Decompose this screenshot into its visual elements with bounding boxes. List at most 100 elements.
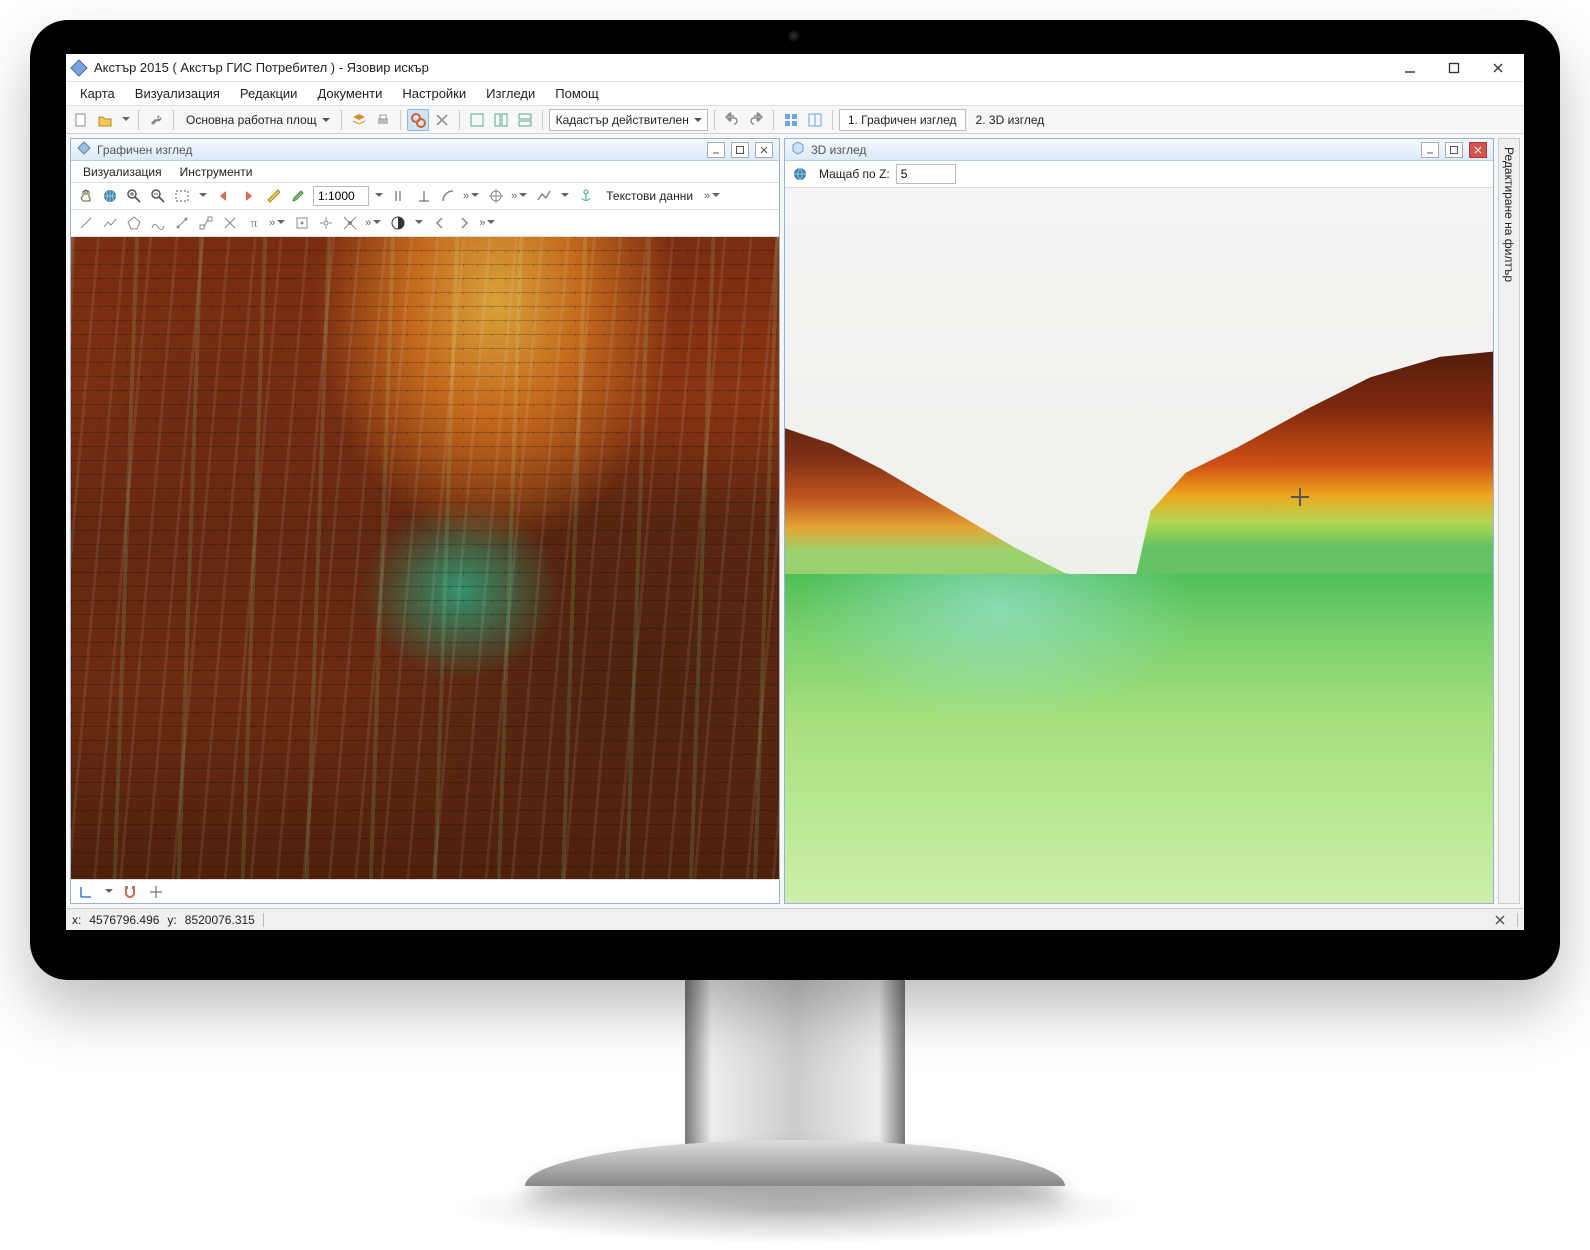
new-file-icon[interactable]: [70, 109, 92, 131]
window-layout-1-icon[interactable]: [466, 109, 488, 131]
scissors-icon[interactable]: [431, 109, 453, 131]
monitor-stand-base: [525, 1140, 1065, 1186]
snap-inter-icon[interactable]: [339, 212, 361, 234]
chevron-down-icon[interactable]: [371, 190, 385, 202]
overflow-icon[interactable]: [477, 217, 497, 229]
measure-icon[interactable]: [263, 185, 285, 207]
view-tab-3d[interactable]: 2. 3D изглед: [968, 109, 1053, 131]
panel-3d-toolbar: Мащаб по Z:: [785, 161, 1493, 188]
brush-icon[interactable]: [287, 185, 309, 207]
grid-icon[interactable]: [780, 109, 802, 131]
menu-map[interactable]: Карта: [70, 82, 125, 105]
split-icon[interactable]: [219, 212, 241, 234]
menu-edits[interactable]: Редакции: [230, 82, 308, 105]
magnet-snap-icon[interactable]: [119, 881, 141, 903]
panel-close-button[interactable]: [755, 142, 773, 158]
window-titlebar: Акстър 2015 ( Акстър ГИС Потребител ) - …: [66, 54, 1524, 82]
target-icon[interactable]: [485, 185, 507, 207]
layer-dropdown[interactable]: Кадастър действителен: [549, 109, 708, 131]
anchor-icon[interactable]: [575, 185, 597, 207]
chevron-down-icon[interactable]: [411, 217, 425, 229]
panel-maximize-button[interactable]: [731, 142, 749, 158]
tile-icon[interactable]: [804, 109, 826, 131]
menu-visualization[interactable]: Визуализация: [125, 82, 230, 105]
panel-maximize-button[interactable]: [1445, 142, 1463, 158]
arc-icon[interactable]: [437, 185, 459, 207]
status-x-label: x:: [72, 913, 81, 927]
status-clear-button[interactable]: [1491, 911, 1509, 929]
select-rect-icon[interactable]: [171, 185, 193, 207]
panel-graphic-toolbar-1: Текстови данни: [71, 183, 779, 210]
panel-3d-title: 3D изглед: [811, 143, 866, 157]
open-folder-icon[interactable]: [94, 109, 116, 131]
text-data-button[interactable]: Текстови данни: [599, 185, 700, 207]
vertex-icon[interactable]: [171, 212, 193, 234]
pan-right-icon[interactable]: [453, 212, 475, 234]
menu-documents[interactable]: Документи: [307, 82, 392, 105]
hand-pan-icon[interactable]: [75, 185, 97, 207]
snap-node-icon[interactable]: [315, 212, 337, 234]
contrast-icon[interactable]: [387, 212, 409, 234]
window-layout-2-icon[interactable]: [490, 109, 512, 131]
window-close-button[interactable]: [1476, 55, 1520, 81]
axis-toggle-icon[interactable]: [75, 881, 97, 903]
panel-graphic-icon: [77, 141, 91, 158]
wrench-icon[interactable]: [145, 109, 167, 131]
app-icon: [70, 59, 88, 77]
redo-icon[interactable]: [745, 109, 767, 131]
window-minimize-button[interactable]: [1388, 55, 1432, 81]
curve-icon[interactable]: [147, 212, 169, 234]
monitor-bezel: Акстър 2015 ( Акстър ГИС Потребител ) - …: [30, 20, 1560, 980]
z-scale-input[interactable]: [896, 164, 956, 184]
viewport-3d[interactable]: [785, 188, 1493, 903]
globe-icon[interactable]: [99, 185, 121, 207]
scale-input[interactable]: [313, 186, 369, 206]
app-window: Акстър 2015 ( Акстър ГИС Потребител ) - …: [66, 54, 1524, 930]
window-layout-3-icon[interactable]: [514, 109, 536, 131]
overflow-icon[interactable]: [509, 190, 529, 202]
workspace-dropdown[interactable]: Основна работна площ: [180, 109, 335, 131]
panel-minimize-button[interactable]: [1421, 142, 1439, 158]
chevron-down-icon[interactable]: [101, 886, 115, 898]
arrow-next-icon[interactable]: [237, 185, 259, 207]
overflow-icon[interactable]: [363, 217, 383, 229]
identify-icon[interactable]: [407, 109, 429, 131]
panel-minimize-button[interactable]: [707, 142, 725, 158]
workspace-dropdown-label: Основна работна площ: [186, 113, 317, 127]
z-scale-label: Мащаб по Z:: [815, 167, 894, 181]
arrow-prev-icon[interactable]: [213, 185, 235, 207]
print-icon[interactable]: [372, 109, 394, 131]
globe-3d-icon[interactable]: [789, 163, 811, 185]
menu-help[interactable]: Помощ: [545, 82, 608, 105]
edit-vertex-icon[interactable]: [195, 212, 217, 234]
zoom-out-icon[interactable]: [147, 185, 169, 207]
pi-icon[interactable]: π: [243, 212, 265, 234]
window-maximize-button[interactable]: [1432, 55, 1476, 81]
polyline-icon[interactable]: [533, 185, 555, 207]
chevron-down-icon[interactable]: [195, 190, 209, 202]
menu-views[interactable]: Изгледи: [476, 82, 545, 105]
zoom-in-icon[interactable]: [123, 185, 145, 207]
parallel-lines-icon[interactable]: [389, 185, 411, 207]
view-tab-graphic[interactable]: 1. Графичен изглед: [839, 109, 966, 131]
layers-icon[interactable]: [348, 109, 370, 131]
overflow-icon[interactable]: [702, 190, 722, 202]
ortho-snap-icon[interactable]: [145, 881, 167, 903]
snap-grid-icon[interactable]: [291, 212, 313, 234]
dropdown-arrow-icon[interactable]: [118, 114, 132, 126]
sidebar-tab-filter-edit[interactable]: Редактиране на филтър: [1498, 138, 1520, 904]
perpendicular-icon[interactable]: [413, 185, 435, 207]
line-icon[interactable]: [75, 212, 97, 234]
overflow-icon[interactable]: [267, 217, 287, 229]
panel-close-button[interactable]: [1469, 142, 1487, 158]
undo-icon[interactable]: [721, 109, 743, 131]
overflow-icon[interactable]: [461, 190, 481, 202]
polygon-icon[interactable]: [123, 212, 145, 234]
viewport-2d[interactable]: [71, 237, 779, 879]
panel-menu-tools[interactable]: Инструменти: [172, 165, 261, 179]
menu-settings[interactable]: Настройки: [392, 82, 476, 105]
pan-left-icon[interactable]: [429, 212, 451, 234]
polyline2-icon[interactable]: [99, 212, 121, 234]
panel-menu-visualization[interactable]: Визуализация: [75, 165, 170, 179]
chevron-down-icon[interactable]: [557, 190, 571, 202]
